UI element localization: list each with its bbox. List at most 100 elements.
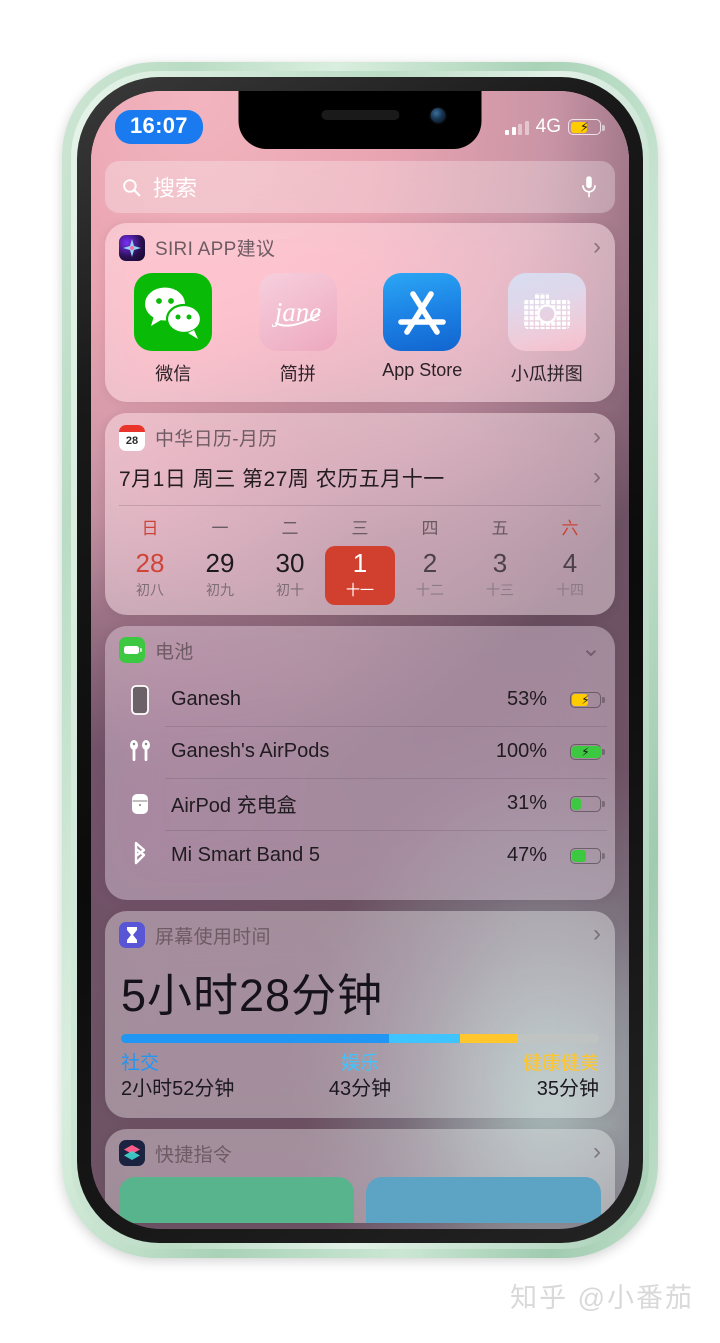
device-name: Ganesh's AirPods [171,740,330,763]
category-value: 2小时52分钟 [121,1077,235,1100]
calendar-widget-header[interactable]: 28 中华日历-月历 › [105,413,615,459]
app-suggestion-wechat[interactable]: 微信 [111,273,236,386]
calendar-day-cell[interactable]: 3 十三 [465,546,535,605]
device-name: AirPod 充电盒 [171,795,297,818]
app-suggestion-jianpin[interactable]: jane 简拼 [236,273,361,386]
lunar-label: 十二 [416,581,444,598]
app-store-icon [383,273,462,351]
calendar-day-cell[interactable]: 2 十二 [395,546,465,605]
status-right-cluster: 4G ⚡ [505,116,605,138]
earpiece-speaker-icon [321,110,399,120]
day-number: 30 [275,548,305,578]
search-input[interactable]: 搜索 [105,161,615,213]
lunar-label: 初九 [206,581,234,598]
screen-time-widget-title: 屏幕使用时间 [155,926,271,948]
calendar-date-line: 7月1日 周三 第27周 农历五月十一 [119,468,445,491]
chevron-right-icon[interactable]: › [593,1140,601,1164]
widget-battery[interactable]: 电池 ⌄ Ganesh 53% ⚡ Ganesh's AirPods 100% … [105,625,615,900]
calendar-day-cell-today[interactable]: 1 十一 [325,546,395,605]
screen-time-widget-header[interactable]: 屏幕使用时间 › [105,911,615,957]
phone-screen: 16:07 4G ⚡ 搜索 SIRI APP建议 › 微信 jane 简拼 Ap… [91,91,629,1229]
calendar-date-row[interactable]: 7月1日 周三 第27周 农历五月十一 › [105,459,615,505]
battery-device-list: Ganesh 53% ⚡ Ganesh's AirPods 100% ⚡ Air… [105,672,615,900]
weekday-label: 三 [351,519,369,538]
puzzle-camera-icon [507,273,586,351]
shortcuts-tile-row [105,1175,615,1223]
screen-time-total: 5小时28分钟 [121,969,384,1021]
battery-device-row[interactable]: AirPod 充电盒 31% [105,777,615,830]
app-label: 小瓜拼图 [510,364,583,384]
battery-widget-title: 电池 [155,641,194,663]
app-label: 微信 [155,364,192,384]
shortcuts-widget-header[interactable]: 快捷指令 › [105,1129,615,1175]
calendar-day-cell[interactable]: 29 初九 [185,546,255,605]
category-name: 社交 [121,1052,160,1074]
screenshot-canvas: 16:07 4G ⚡ 搜索 SIRI APP建议 › 微信 jane 简拼 Ap… [0,0,720,1343]
lunar-label: 十三 [486,581,514,598]
day-number: 2 [422,548,438,578]
calendar-app-icon: 28 [119,424,145,451]
battery-device-row[interactable]: Mi Smart Band 5 47% [105,829,615,882]
app-label: 简拼 [279,364,316,384]
charging-bolt-icon: ⚡ [581,692,590,707]
search-placeholder: 搜索 [153,176,198,201]
weekday-label: 一 [211,519,229,538]
battery-widget-header[interactable]: 电池 ⌄ [105,626,615,672]
lunar-label: 初十 [276,581,304,598]
widget-shortcuts[interactable]: 快捷指令 › [105,1128,615,1223]
device-percent: 100% [495,740,547,763]
day-number: 29 [205,548,235,578]
widget-calendar[interactable]: 28 中华日历-月历 › 7月1日 周三 第27周 农历五月十一 › 日 一 二… [105,413,615,615]
day-number: 1 [352,548,368,578]
screen-time-category: 社交 2小时52分钟 [121,1052,280,1102]
divider [119,505,601,506]
today-view: 搜索 SIRI APP建议 › 微信 jane 简拼 App Store 小瓜拼… [91,91,629,1229]
airpods-icon [123,735,157,769]
weekday-label: 日 [141,519,159,538]
jane-icon: jane [258,273,337,351]
screen-time-categories: 社交 2小时52分钟 娱乐 43分钟 健康健美 35分钟 [105,1052,615,1118]
microphone-icon[interactable] [579,175,599,199]
chevron-right-icon[interactable]: › [593,424,601,449]
calendar-weekday-row: 日 一 二 三 四 五 六 28 初八 29 初九 30 初十 1 十一 2 十… [115,514,605,605]
chevron-down-icon[interactable]: ⌄ [581,637,601,661]
device-percent: 31% [506,792,547,815]
hourglass-icon [119,922,145,949]
iphone-icon [123,683,157,717]
category-name: 健康健美 [522,1052,599,1074]
bluetooth-icon [123,839,157,873]
category-value: 35分钟 [536,1077,599,1100]
shortcut-tile[interactable] [366,1176,601,1223]
screen-time-category: 娱乐 43分钟 [280,1052,439,1102]
weekday-label: 四 [421,519,439,538]
weekday-label: 五 [491,519,509,538]
charging-bolt-icon: ⚡ [581,744,590,759]
category-name: 娱乐 [340,1052,379,1074]
weekday-label: 二 [281,519,299,538]
calendar-day-cell[interactable]: 4 十四 [535,546,605,605]
siri-widget-header[interactable]: SIRI APP建议 › [105,223,615,269]
chevron-right-icon[interactable]: › [593,465,601,489]
app-label: App Store [382,360,463,380]
front-camera-icon [430,108,446,123]
app-suggestion-app-store[interactable]: App Store [360,273,485,386]
chevron-right-icon[interactable]: › [593,234,601,259]
device-percent: 47% [506,844,547,867]
shortcut-tile[interactable] [119,1176,354,1223]
widget-screen-time[interactable]: 屏幕使用时间 › 5小时28分钟 社交 2小时52分钟 娱乐 43分钟 健康健美… [105,910,615,1118]
calendar-day-cell[interactable]: 30 初十 [255,546,325,605]
app-suggestion-xiaogua-puzzle[interactable]: 小瓜拼图 [485,273,610,386]
battery-device-row[interactable]: Ganesh's AirPods 100% ⚡ [105,725,615,778]
chevron-right-icon[interactable]: › [593,922,601,946]
device-battery-icon [570,847,605,864]
device-battery-icon: ⚡ [570,691,605,708]
device-battery-icon [570,795,605,812]
cellular-signal-icon [505,120,529,135]
battery-status-icon: ⚡ [568,119,605,135]
screen-time-bar [121,1033,599,1043]
lunar-label: 十四 [556,581,584,598]
calendar-widget-title: 中华日历-月历 [155,429,278,450]
battery-device-row[interactable]: Ganesh 53% ⚡ [105,674,615,726]
widget-siri-app-suggestions[interactable]: SIRI APP建议 › 微信 jane 简拼 App Store 小瓜拼图 [105,223,615,402]
calendar-day-cell[interactable]: 28 初八 [115,546,185,605]
